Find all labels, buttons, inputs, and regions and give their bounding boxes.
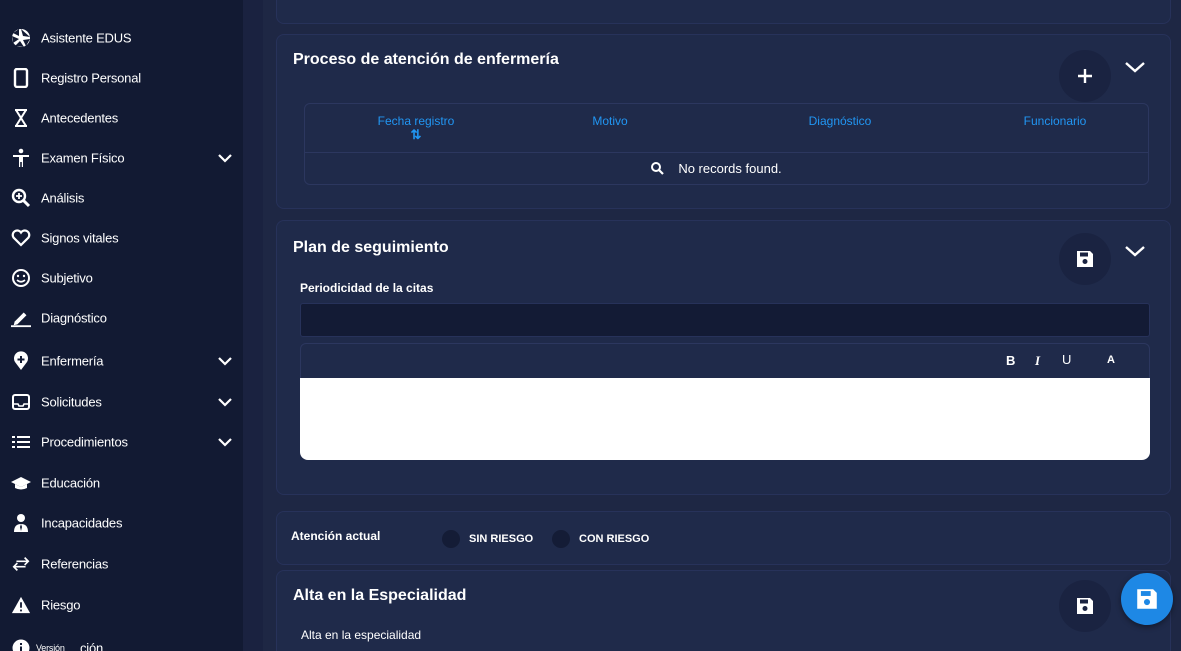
floating-save-button[interactable] [1121,573,1173,625]
chevron-down-icon[interactable] [1124,60,1146,74]
main-content: Proceso de atención de enfermería Fecha … [263,0,1181,651]
sidebar-item-label: Procedimientos [41,434,128,450]
sidebar-item-diagnostico[interactable]: Diagnóstico [0,298,243,338]
tablet-icon [11,68,31,88]
sidebar-item-label: Riesgo [41,597,81,613]
aperture-icon [11,28,31,48]
bold-button[interactable]: B [1006,353,1015,368]
sidebar-scroll-gutter [243,0,263,651]
column-header-label: Fecha registro [377,114,455,128]
chevron-down-icon[interactable] [218,437,232,447]
sidebar-item-label: Educación [41,475,100,491]
list-icon [11,432,31,452]
periodicity-input[interactable] [300,303,1150,337]
column-header-fecha-registro[interactable]: Fecha registro ⇅ [341,114,491,143]
card-title: Alta en la Especialidad [293,587,467,604]
rich-text-editor[interactable] [300,378,1150,460]
warning-icon [11,595,31,615]
card-title: Plan de seguimiento [293,239,449,256]
sidebar-item-procedimientos[interactable]: Procedimientos [0,422,243,462]
plus-icon [1078,69,1092,83]
sidebar-item-label: Subjetivo [41,270,93,286]
chevron-down-icon[interactable] [218,153,232,163]
exchange-icon [11,554,31,574]
current-care-label: Atención actual [291,529,381,543]
radio-sin-riesgo[interactable] [442,530,460,548]
hourglass-icon [11,108,31,128]
nursing-process-card: Proceso de atención de enfermería Fecha … [276,34,1171,209]
column-header-motivo[interactable]: Motivo [560,114,660,128]
empty-row: No records found. [305,153,1148,183]
sidebar-item-riesgo[interactable]: Riesgo [0,585,243,625]
sidebar: Asistente EDUS Registro Personal Anteced… [0,0,243,651]
map-marker-plus-icon [11,351,31,371]
sidebar-item-label: Versión [36,643,65,651]
sidebar-item-subjetivo[interactable]: Subjetivo [0,258,243,298]
smile-icon [11,268,31,288]
empty-message: No records found. [678,160,782,176]
user-tie-icon [11,513,31,533]
sidebar-item-solicitudes[interactable]: Solicitudes [0,382,243,422]
sidebar-item-label: Diagnóstico [41,310,107,326]
records-table: Fecha registro ⇅ Motivo Diagnóstico Func… [304,103,1149,185]
italic-button[interactable]: I [1035,353,1040,369]
radio-label-con-riesgo[interactable]: CON RIESGO [579,533,649,545]
save-button[interactable] [1059,580,1111,632]
sidebar-item-label: Examen Físico [41,150,125,166]
current-care-card: Atención actual SIN RIESGO CON RIESGO [276,511,1171,565]
sidebar-item-label: Análisis [41,190,85,206]
discharge-card: Alta en la Especialidad Alta en la espec… [276,570,1171,651]
field-label: Periodicidad de la citas [300,281,434,295]
save-button[interactable] [1059,233,1111,285]
sidebar-item-signos-vitales[interactable]: Signos vitales [0,218,243,258]
field-label: Alta en la especialidad [301,628,422,642]
column-header-diagnostico[interactable]: Diagnóstico [775,114,905,128]
sidebar-item-enfermeria[interactable]: Enfermería [0,341,243,381]
sidebar-item-version[interactable]: Versión ción [0,628,243,651]
chevron-down-icon[interactable] [218,356,232,366]
sidebar-item-label: Signos vitales [41,230,119,246]
sidebar-item-asistente-edus[interactable]: Asistente EDUS [0,18,243,58]
floppy-disk-icon [1137,589,1157,609]
sidebar-item-label: Incapacidades [41,515,123,531]
sidebar-item-label: Solicitudes [41,394,102,410]
underline-button[interactable]: U [1062,352,1071,367]
sidebar-item-label: Enfermería [41,353,104,369]
sidebar-item-label-suffix: ción [80,640,104,651]
sidebar-item-educacion[interactable]: Educación [0,463,243,503]
radio-label-sin-riesgo[interactable]: SIN RIESGO [469,533,533,545]
sidebar-item-label: Referencias [41,556,109,572]
person-icon [11,148,31,168]
inbox-icon [11,392,31,412]
graduation-cap-icon [11,473,31,493]
card-title: Proceso de atención de enfermería [293,51,559,68]
floppy-disk-icon [1077,251,1093,267]
sidebar-item-incapacidades[interactable]: Incapacidades [0,503,243,543]
sidebar-item-registro-personal[interactable]: Registro Personal [0,58,243,98]
add-button[interactable] [1059,50,1111,102]
editor-toolbar: B I U A [300,343,1150,379]
follow-up-card: Plan de seguimiento Periodicidad de la c… [276,220,1171,495]
sort-icon[interactable]: ⇅ [341,127,491,143]
chevron-down-icon[interactable] [218,397,232,407]
previous-card [276,0,1171,24]
sidebar-item-analisis[interactable]: Análisis [0,178,243,218]
radio-con-riesgo[interactable] [552,530,570,548]
column-header-funcionario[interactable]: Funcionario [995,114,1115,128]
chevron-down-icon[interactable] [1124,244,1146,258]
floppy-disk-icon [1077,598,1093,614]
sidebar-item-antecedentes[interactable]: Antecedentes [0,98,243,138]
info-icon [11,638,31,651]
pencil-icon [11,308,31,328]
sidebar-item-label: Registro Personal [41,70,141,86]
search-icon [651,161,665,175]
heart-icon [11,228,31,248]
search-plus-icon [11,188,31,208]
sidebar-item-referencias[interactable]: Referencias [0,544,243,584]
sidebar-item-examen-fisico[interactable]: Examen Físico [0,138,243,178]
sidebar-item-label: Antecedentes [41,110,119,126]
font-color-button[interactable]: A [1107,354,1115,366]
sidebar-item-label: Asistente EDUS [41,30,132,46]
